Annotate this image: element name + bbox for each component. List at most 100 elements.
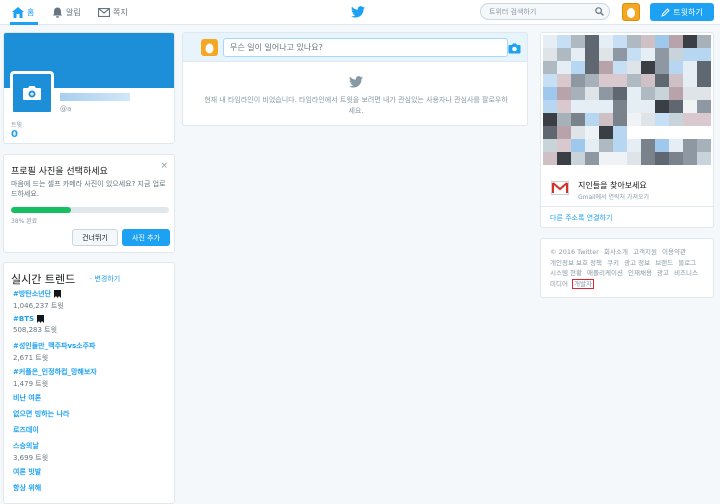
footer-link[interactable]: 고객지원 xyxy=(633,248,657,256)
trend-item[interactable]: 항상 위해 xyxy=(13,483,41,493)
blurred-tile xyxy=(627,139,641,152)
trend-item[interactable]: #커플은_인정하컵_망해보자 1,479 트윗 xyxy=(13,367,97,389)
nav-home[interactable]: 홈 xyxy=(12,4,34,20)
tweets-stat-value[interactable]: 0 xyxy=(11,129,18,140)
blurred-tile xyxy=(599,74,613,87)
footer-link[interactable]: 이용약관 xyxy=(662,248,686,256)
search-icon[interactable] xyxy=(595,7,604,16)
trends-change-link[interactable]: · 변경하기 xyxy=(90,274,120,284)
nav-alerts[interactable]: 알림 xyxy=(52,4,81,20)
footer-link[interactable]: 개인정보 보호 정책 xyxy=(550,259,602,267)
trend-name[interactable]: #커플은_인정하컵_망해보자 xyxy=(13,367,97,377)
footer-link[interactable]: 회사소개 xyxy=(604,248,628,256)
blurred-tile xyxy=(543,61,557,74)
blurred-tile xyxy=(557,100,571,113)
profile-photo-prompt: 프로필 사진을 선택하세요 × 마음에 드는 셀프 카메라 사진이 있으세요? … xyxy=(3,154,175,253)
trend-name[interactable]: #BTS xyxy=(13,315,57,323)
blurred-tile xyxy=(627,87,641,100)
blurred-tile xyxy=(543,113,557,126)
blurred-tile xyxy=(613,74,627,87)
nav-messages-label: 쪽지 xyxy=(113,7,128,17)
timeline-empty-state: 현재 내 타임라인이 비었습니다. 타임라인에서 트윗을 보려면 내가 관심있는… xyxy=(182,62,528,126)
blurred-tile xyxy=(557,61,571,74)
nav-messages[interactable]: 쪽지 xyxy=(98,4,128,20)
footer-link[interactable]: 쿠키 xyxy=(607,259,619,267)
tweet-button[interactable]: 트윗하기 xyxy=(650,3,714,21)
trend-name[interactable]: 로즈데이 xyxy=(13,425,39,435)
footer-link[interactable]: 브랜드 xyxy=(655,259,673,267)
blurred-tile xyxy=(543,139,557,152)
blurred-tile xyxy=(543,87,557,100)
add-photo-camera-icon[interactable] xyxy=(508,43,521,54)
trend-name[interactable]: 여론 빗발 xyxy=(13,467,41,477)
user-avatar-egg[interactable] xyxy=(622,3,640,21)
footer-link[interactable]: 미디어 xyxy=(550,280,568,288)
footer-link[interactable]: 광고 정보 xyxy=(624,259,650,267)
trend-item[interactable]: 스승의날 3,699 트윗 xyxy=(13,441,48,463)
blurred-tile xyxy=(585,48,599,61)
trend-name-text: 여론 빗발 xyxy=(13,468,42,476)
blurred-tile xyxy=(585,113,599,126)
trend-item[interactable]: 로즈데이 xyxy=(13,425,39,435)
blurred-tile xyxy=(683,87,697,100)
blurred-tile xyxy=(669,87,683,100)
twitter-bird-icon xyxy=(349,76,363,88)
blurred-tile xyxy=(655,152,669,165)
blurred-tile xyxy=(641,113,655,126)
skip-button[interactable]: 건너뛰기 xyxy=(72,229,118,246)
footer-link[interactable]: 애플리케이션 xyxy=(587,269,623,277)
blurred-tile xyxy=(613,139,627,152)
search-box xyxy=(480,3,610,20)
trend-name[interactable]: 없으면 빙하는 나라 xyxy=(13,409,69,419)
compose-input[interactable] xyxy=(223,38,508,57)
footer-link-developers[interactable]: 개발자 xyxy=(572,278,594,289)
trend-item[interactable]: #BTS 508,283 트윗 xyxy=(13,315,57,335)
footer-link[interactable]: 시스템 현황 xyxy=(550,269,582,277)
footer-link[interactable]: 광고 xyxy=(657,269,669,277)
blurred-tile xyxy=(585,139,599,152)
blurred-tile xyxy=(697,87,711,100)
search-input[interactable] xyxy=(489,5,589,18)
blurred-tile xyxy=(641,61,655,74)
trend-name[interactable]: #성인들만_맥주파vs소주파 xyxy=(13,341,96,351)
trend-name[interactable]: 비난 여론 xyxy=(13,393,41,403)
blurred-tile xyxy=(683,152,697,165)
blurred-tile xyxy=(683,35,697,48)
blurred-tile xyxy=(543,48,557,61)
progress-bar xyxy=(11,207,169,213)
add-photo-button[interactable]: 사진 추가 xyxy=(122,229,170,246)
blurred-tile xyxy=(655,35,669,48)
nav-alerts-label: 알림 xyxy=(66,7,81,17)
trend-name[interactable]: 스승의날 xyxy=(13,441,48,451)
blurred-tile xyxy=(683,139,697,152)
tweets-stat-label[interactable]: 트윗 xyxy=(11,120,22,129)
trend-name[interactable]: #방탄소년단 xyxy=(13,289,64,299)
footer-link[interactable]: 비즈니스 xyxy=(674,269,698,277)
footer-link[interactable]: © 2016 Twitter xyxy=(550,248,599,256)
find-friends-subtitle[interactable]: Gmail에서 연락처 가져오기 xyxy=(578,192,649,201)
find-friends-title[interactable]: 지인들을 찾아보세요 xyxy=(578,180,647,191)
trend-item[interactable]: #성인들만_맥주파vs소주파 2,671 트윗 xyxy=(13,341,96,363)
blurred-tile xyxy=(669,100,683,113)
blurred-tile xyxy=(669,113,683,126)
trend-name-text: #방탄소년단 xyxy=(13,290,52,298)
connect-address-book-link[interactable]: 다른 주소록 연결하기 xyxy=(550,213,612,223)
blurred-tile xyxy=(571,74,585,87)
profile-avatar[interactable] xyxy=(10,71,54,115)
blurred-tile xyxy=(571,35,585,48)
trend-item[interactable]: 없으면 빙하는 나라 xyxy=(13,409,69,419)
trend-item[interactable]: 비난 여론 xyxy=(13,393,41,403)
trend-name[interactable]: 항상 위해 xyxy=(13,483,41,493)
close-icon[interactable]: × xyxy=(160,161,168,171)
twitter-bird-logo-icon[interactable] xyxy=(351,6,365,18)
footer-link[interactable]: 블로그 xyxy=(678,259,696,267)
progress-fill xyxy=(11,207,72,213)
trend-item[interactable]: #방탄소년단 1,046,237 트윗 xyxy=(13,289,64,311)
blurred-tile xyxy=(669,48,683,61)
trend-item[interactable]: 여론 빗발 xyxy=(13,467,41,477)
blurred-tile xyxy=(599,48,613,61)
footer-link[interactable]: 인재채용 xyxy=(628,269,652,277)
blurred-tile xyxy=(655,139,669,152)
egg-icon xyxy=(205,43,214,54)
bts-emoji-icon xyxy=(54,290,62,298)
